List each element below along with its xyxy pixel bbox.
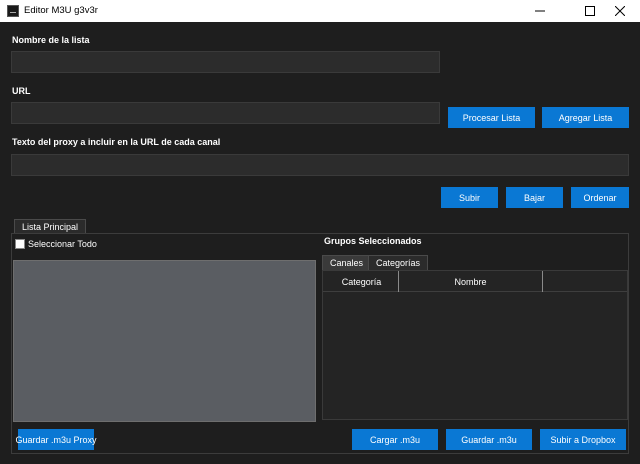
maximize-icon <box>585 6 595 16</box>
tab-canales[interactable]: Canales <box>322 255 372 270</box>
save-button[interactable]: Guardar .m3u <box>446 429 532 450</box>
column-header-nombre[interactable]: Nombre <box>399 271 543 292</box>
channel-list[interactable] <box>13 260 316 422</box>
proxy-input[interactable] <box>11 154 629 176</box>
tab-lista-principal-label: Lista Principal <box>22 222 79 232</box>
groups-table[interactable]: Categoría Nombre <box>322 270 628 420</box>
column-header-categoria[interactable]: Categoría <box>325 271 399 292</box>
minimize-icon <box>535 10 545 12</box>
url-label: URL <box>12 86 31 96</box>
process-list-button[interactable]: Procesar Lista <box>448 107 535 128</box>
save-proxy-button[interactable]: Guardar .m3u Proxy <box>15 429 97 450</box>
title-bar: Editor M3U g3v3r <box>0 0 640 22</box>
close-button[interactable] <box>600 0 640 22</box>
minimize-button[interactable] <box>520 0 560 22</box>
window-title: Editor M3U g3v3r <box>24 5 98 16</box>
groups-title: Grupos Seleccionados <box>324 236 422 246</box>
load-button[interactable]: Cargar .m3u <box>352 429 438 450</box>
tab-lista-principal[interactable]: Lista Principal <box>14 219 87 234</box>
select-all-label: Seleccionar Todo <box>28 239 97 249</box>
dropbox-button[interactable]: Subir a Dropbox <box>540 429 626 450</box>
tab-categorias[interactable]: Categorías <box>368 255 429 270</box>
select-all-checkbox[interactable] <box>15 239 25 249</box>
app-icon <box>7 5 19 17</box>
sort-button[interactable]: Ordenar <box>571 187 629 208</box>
tab-categorias-label: Categorías <box>376 258 421 268</box>
tab-canales-label: Canales <box>330 258 364 268</box>
up-button[interactable]: Subir <box>441 187 498 208</box>
proxy-label: Texto del proxy a incluir en la URL de c… <box>12 137 221 147</box>
add-list-button[interactable]: Agregar Lista <box>542 107 629 128</box>
list-name-input[interactable] <box>11 51 440 73</box>
table-header: Categoría Nombre <box>323 271 627 292</box>
down-button[interactable]: Bajar <box>506 187 563 208</box>
url-input[interactable] <box>11 102 440 124</box>
close-icon <box>615 6 625 16</box>
list-name-label: Nombre de la lista <box>12 35 90 45</box>
